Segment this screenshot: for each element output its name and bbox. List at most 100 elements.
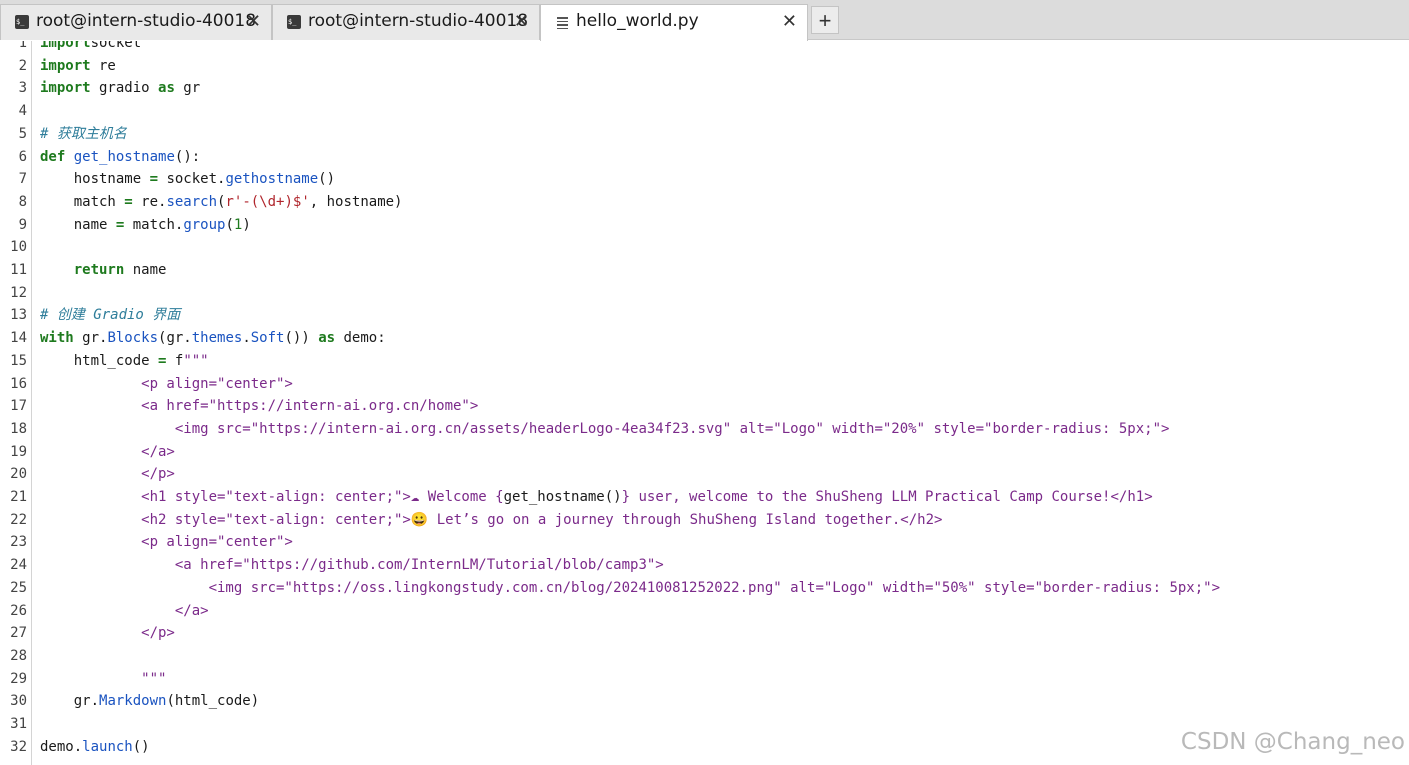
code-line[interactable]: """ <box>40 668 166 691</box>
code-line[interactable]: hostname = socket.gethostname() <box>40 168 335 191</box>
close-icon[interactable]: ✕ <box>514 10 529 32</box>
code-token: socket. <box>158 171 226 188</box>
code-token: with <box>40 330 74 347</box>
tab-label: hello_world.py <box>576 11 699 31</box>
code-token: r'-(\d+)$' <box>225 193 310 210</box>
code-token: # 获取主机名 <box>40 125 127 142</box>
code-line[interactable]: </a> <box>40 441 175 464</box>
tab-hello-world-py[interactable]: hello_world.py ✕ <box>540 4 808 41</box>
line-number: 25 <box>10 579 27 596</box>
code-token: match. <box>124 216 184 233</box>
line-number: 16 <box>10 375 27 392</box>
code-token: gethostname <box>225 171 319 188</box>
code-token: gr. <box>40 693 100 710</box>
code-line[interactable]: def get_hostname(): <box>40 146 200 169</box>
code-token: </a> <box>40 443 175 460</box>
tab-terminal-1[interactable]: $_ root@intern-studio-40018 ✕ <box>0 4 272 40</box>
file-text-icon <box>555 15 569 29</box>
add-tab-button[interactable]: + <box>811 6 839 34</box>
line-number: 6 <box>18 148 27 165</box>
line-number: 8 <box>18 193 27 210</box>
code-line[interactable]: match = re.search(r'-(\d+)$', hostname) <box>40 191 403 214</box>
code-token: """ <box>183 352 209 369</box>
code-token: <img src="https://intern-ai.org.cn/asset… <box>40 420 1170 437</box>
line-number: 9 <box>18 216 27 233</box>
code-line[interactable]: name = match.group(1) <box>40 214 251 237</box>
code-token: (): <box>174 148 201 165</box>
line-number: 10 <box>10 239 27 256</box>
code-token: </a> <box>40 602 209 619</box>
code-token: { <box>495 489 504 505</box>
line-number: 7 <box>18 171 27 188</box>
close-icon[interactable]: ✕ <box>246 10 261 32</box>
code-line[interactable]: <a href="https://github.com/InternLM/Tut… <box>40 554 664 577</box>
code-line[interactable]: demo.launch() <box>40 736 150 759</box>
line-number: 2 <box>18 57 27 74</box>
code-token: <p align="center"> <box>40 534 293 551</box>
code-token: (gr. <box>158 330 192 347</box>
terminal-icon: $_ <box>15 15 29 29</box>
watermark: CSDN @Chang_neo <box>1180 729 1405 755</box>
code-token: Blocks <box>107 330 159 347</box>
code-line[interactable]: importsocket <box>40 41 141 55</box>
code-token: </p> <box>40 625 175 642</box>
code-editor[interactable]: 1 2 3 4 5 6 7 8 9 10 11 12 13 14 15 16 17 18 19 20 21 22 23 24 2… <box>0 41 1409 765</box>
code-token: <a href="https://github.com/InternLM/Tut… <box>40 557 664 574</box>
code-token: import <box>40 80 91 97</box>
line-number: 28 <box>10 647 27 664</box>
code-line[interactable]: </a> <box>40 600 209 623</box>
code-token: , hostname) <box>309 193 403 210</box>
code-line[interactable]: <h2 style="text-align: center;">😀 Let’s … <box>40 509 942 532</box>
code-token: </p> <box>40 466 175 483</box>
code-token: . <box>242 330 251 347</box>
code-token: <h1 style="text-align: center;">☁ Welcom… <box>40 489 496 505</box>
line-number: 13 <box>10 307 27 324</box>
line-number: 14 <box>10 330 27 347</box>
line-number-gutter: 1 2 3 4 5 6 7 8 9 10 11 12 13 14 15 16 17 18 19 20 21 22 23 24 2… <box>0 41 32 765</box>
code-token: get_hostname() <box>503 489 622 505</box>
code-line[interactable]: <img src="https://oss.lingkongstudy.com.… <box>40 577 1220 600</box>
code-token: search <box>166 193 218 210</box>
code-line[interactable]: <p align="center"> <box>40 373 293 396</box>
code-token: <h2 style="text-align: center;">😀 Let’s … <box>40 511 943 528</box>
code-token: as <box>158 80 175 97</box>
code-token: gradio <box>90 80 159 97</box>
tab-terminal-2[interactable]: $_ root@intern-studio-40018 ✕ <box>272 4 540 40</box>
code-line[interactable]: <h1 style="text-align: center;">☁ Welcom… <box>40 486 1153 509</box>
code-token: import <box>40 41 91 51</box>
code-token: () <box>318 171 336 188</box>
code-token: f <box>166 352 184 369</box>
code-line[interactable]: return name <box>40 259 167 282</box>
code-line[interactable]: <p align="center"> <box>40 531 293 554</box>
code-line[interactable]: # 获取主机名 <box>40 123 127 146</box>
code-token: html_code <box>40 352 159 369</box>
code-line[interactable]: </p> <box>40 622 175 645</box>
code-token: <img src="https://oss.lingkongstudy.com.… <box>40 579 1221 596</box>
code-token: demo: <box>335 330 386 347</box>
tab-bar: $_ root@intern-studio-40018 ✕ $_ root@in… <box>0 0 1409 41</box>
code-line[interactable]: import gradio as gr <box>40 77 200 100</box>
code-token: } <box>621 489 631 505</box>
code-line[interactable]: <a href="https://intern-ai.org.cn/home"> <box>40 395 478 418</box>
code-token: """ <box>40 670 167 687</box>
code-line[interactable]: html_code = f""" <box>40 350 209 373</box>
line-number: 18 <box>10 420 27 437</box>
code-line[interactable]: import re <box>40 55 116 78</box>
close-icon[interactable]: ✕ <box>782 10 797 32</box>
code-token: user, welcome to the ShuSheng LLM Practi… <box>630 489 1153 505</box>
code-line[interactable]: gr.Markdown(html_code) <box>40 690 259 713</box>
code-line[interactable]: </p> <box>40 463 175 486</box>
code-line[interactable]: with gr.Blocks(gr.themes.Soft()) as demo… <box>40 327 386 350</box>
code-token: <a href="https://intern-ai.org.cn/home"> <box>40 398 479 415</box>
line-number: 30 <box>10 693 27 710</box>
code-token: themes <box>191 330 243 347</box>
code-line[interactable]: # 创建 Gradio 界面 <box>40 304 180 327</box>
line-number: 4 <box>18 103 27 120</box>
code-token: re <box>90 57 116 74</box>
code-token: import <box>40 57 91 74</box>
code-line[interactable]: <img src="https://intern-ai.org.cn/asset… <box>40 418 1170 441</box>
code-token: re. <box>132 193 167 210</box>
line-number: 15 <box>10 352 27 369</box>
code-token: = <box>124 193 133 210</box>
code-token: launch <box>82 738 133 755</box>
